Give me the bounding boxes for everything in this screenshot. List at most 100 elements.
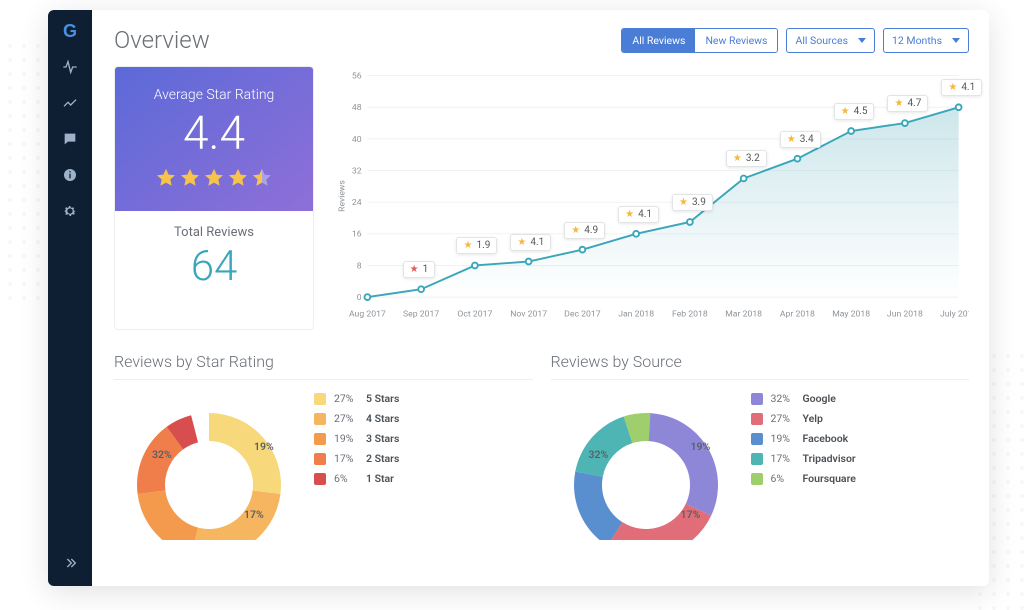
sources-dropdown[interactable]: All Sources <box>786 28 875 53</box>
svg-text:24: 24 <box>352 198 362 208</box>
star-icon: ★ <box>733 153 742 164</box>
reviews-chart: 08162432404856Aug 2017Sep 2017Oct 2017No… <box>332 66 969 330</box>
avg-rating-stars <box>125 167 303 193</box>
chevron-down-icon <box>858 38 866 43</box>
total-reviews-label: Total Reviews <box>125 225 303 240</box>
star-icon: ★ <box>463 240 472 251</box>
star-icon: ★ <box>787 134 796 145</box>
app-window: G Overview All Reviews New Reviews All S… <box>48 10 989 586</box>
total-reviews-value: 64 <box>125 242 303 291</box>
star-icon: ★ <box>571 225 580 236</box>
svg-text:8: 8 <box>357 261 362 271</box>
donut-slice-label: 32% <box>589 448 609 461</box>
svg-text:Oct 2017: Oct 2017 <box>457 309 492 319</box>
legend-swatch <box>751 413 763 425</box>
page-title: Overview <box>114 26 210 54</box>
legend-item: 27%Yelp <box>751 412 970 425</box>
summary-cards: Average Star Rating 4.4 Total Reviews 64 <box>114 66 314 330</box>
chart-point-label: ★4.1 <box>618 206 659 223</box>
star-icon <box>227 167 249 193</box>
chart-point-label: ★4.9 <box>564 222 605 239</box>
legend-swatch <box>751 393 763 405</box>
legend-item: 32%Google <box>751 392 970 405</box>
star-icon: ★ <box>410 264 419 275</box>
main-content: Overview All Reviews New Reviews All Sou… <box>92 10 989 586</box>
legend-source: 32%Google 27%Yelp 19%Facebook 17%Tripadviso… <box>751 390 970 485</box>
svg-text:40: 40 <box>352 135 362 145</box>
star-icon: ★ <box>948 82 957 93</box>
panel-title-rating: Reviews by Star Rating <box>114 352 533 380</box>
svg-text:Nov 2017: Nov 2017 <box>510 309 547 319</box>
legend-item: 6%1 Star <box>314 472 533 485</box>
svg-text:56: 56 <box>352 72 362 82</box>
donut-slice-label: 17% <box>244 508 264 521</box>
chart-point-label: ★3.2 <box>726 150 767 167</box>
svg-text:16: 16 <box>352 230 362 240</box>
expand-icon[interactable] <box>59 552 81 574</box>
chart-point-label: ★1.9 <box>456 237 497 254</box>
svg-text:48: 48 <box>352 103 362 113</box>
logo-g-icon[interactable]: G <box>59 20 81 42</box>
svg-text:Feb 2018: Feb 2018 <box>672 309 708 319</box>
star-icon <box>251 167 273 193</box>
legend-swatch <box>314 393 326 405</box>
sidebar: G <box>48 10 92 586</box>
legend-swatch <box>314 413 326 425</box>
panel-reviews-by-rating: Reviews by Star Rating 32% 19% 17% 27%5 St… <box>114 352 533 540</box>
chart-point-label: ★3.9 <box>672 194 713 211</box>
star-icon: ★ <box>517 237 526 248</box>
panel-reviews-by-source: Reviews by Source 32% 19% 17% 32%Google 27%… <box>551 352 970 540</box>
legend-item: 27%4 Stars <box>314 412 533 425</box>
legend-swatch <box>751 433 763 445</box>
trend-icon[interactable] <box>59 92 81 114</box>
legend-item: 6%Foursquare <box>751 472 970 485</box>
segment-new-reviews[interactable]: New Reviews <box>695 29 777 52</box>
review-segment: All Reviews New Reviews <box>621 28 778 53</box>
svg-text:Jan 2018: Jan 2018 <box>618 309 654 319</box>
legend-item: 17%Tripadvisor <box>751 452 970 465</box>
legend-item: 19%Facebook <box>751 432 970 445</box>
donut-slice-label: 19% <box>691 440 711 453</box>
svg-text:Sep 2017: Sep 2017 <box>403 309 439 319</box>
chevron-down-icon <box>952 38 960 43</box>
donut-slice-label: 32% <box>152 448 172 461</box>
legend-rating: 27%5 Stars27%4 Stars19%3 Stars17%2 Stars… <box>314 390 533 485</box>
star-icon <box>155 167 177 193</box>
legend-swatch <box>751 473 763 485</box>
donut-slice-label: 19% <box>254 440 274 453</box>
chart-point-label: ★3.4 <box>780 131 821 148</box>
chart-point-label: ★1 <box>403 261 436 278</box>
gear-icon[interactable] <box>59 200 81 222</box>
legend-swatch <box>751 453 763 465</box>
pulse-icon[interactable] <box>59 56 81 78</box>
chat-icon[interactable] <box>59 128 81 150</box>
chart-point-label: ★4.7 <box>887 95 928 112</box>
info-icon[interactable] <box>59 164 81 186</box>
chart-point-label: ★4.5 <box>834 103 875 120</box>
donut-slice-label: 17% <box>681 508 701 521</box>
svg-text:32: 32 <box>352 166 362 176</box>
star-icon <box>203 167 225 193</box>
donut-rating-chart: 32% 19% 17% <box>114 390 304 540</box>
legend-swatch <box>314 453 326 465</box>
star-icon: ★ <box>625 209 634 220</box>
card-average-rating: Average Star Rating 4.4 <box>115 67 313 211</box>
star-icon: ★ <box>894 98 903 109</box>
avg-rating-value: 4.4 <box>125 107 303 161</box>
segment-all-reviews[interactable]: All Reviews <box>622 29 695 52</box>
legend-item: 19%3 Stars <box>314 432 533 445</box>
star-icon <box>179 167 201 193</box>
panel-title-source: Reviews by Source <box>551 352 970 380</box>
svg-text:Jun 2018: Jun 2018 <box>887 309 923 319</box>
donut-source-chart: 32% 19% 17% <box>551 390 741 540</box>
legend-item: 27%5 Stars <box>314 392 533 405</box>
star-icon: ★ <box>679 197 688 208</box>
svg-text:Aug 2017: Aug 2017 <box>349 309 386 319</box>
period-dropdown[interactable]: 12 Months <box>883 28 969 53</box>
svg-text:Apr 2018: Apr 2018 <box>780 309 815 319</box>
svg-text:Mar 2018: Mar 2018 <box>725 309 762 319</box>
avg-rating-label: Average Star Rating <box>125 87 303 103</box>
legend-swatch <box>314 473 326 485</box>
star-icon: ★ <box>841 106 850 117</box>
svg-text:May 2018: May 2018 <box>832 309 870 319</box>
